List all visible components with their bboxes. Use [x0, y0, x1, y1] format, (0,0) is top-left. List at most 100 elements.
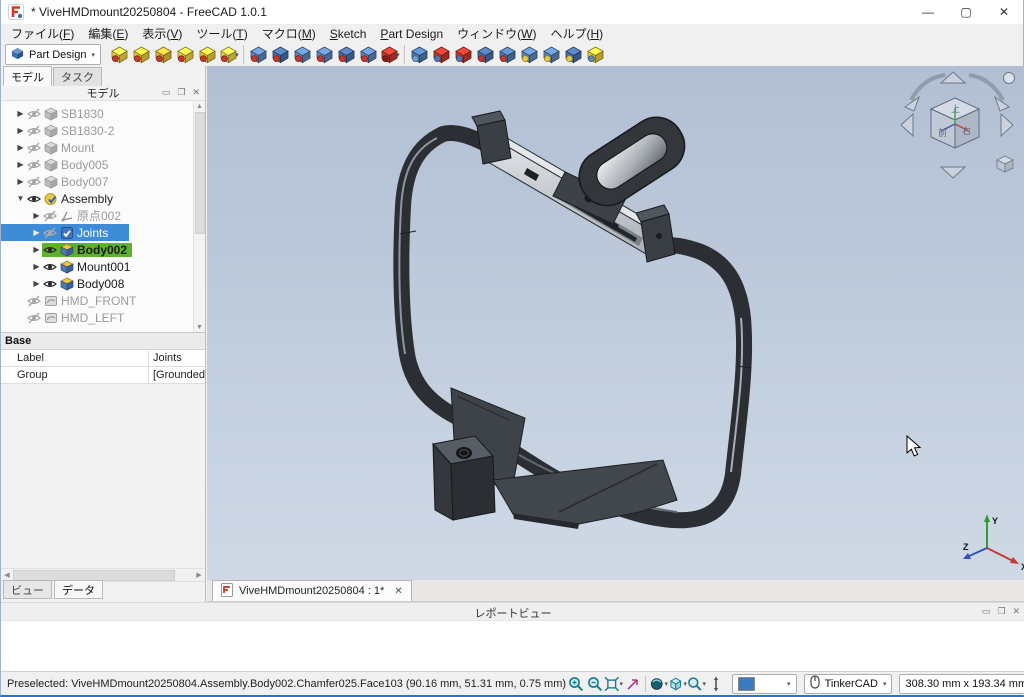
measure-icon[interactable]: [706, 674, 725, 693]
property-value[interactable]: Joints: [149, 350, 205, 366]
groove-button[interactable]: [291, 43, 313, 66]
close-icon[interactable]: ✕: [192, 87, 200, 98]
float-icon[interactable]: ❐: [177, 87, 185, 98]
dock-icon[interactable]: ▭: [982, 606, 991, 617]
visibility-off-icon[interactable]: [26, 141, 42, 155]
visibility-on-icon[interactable]: [42, 243, 58, 257]
minimize-button[interactable]: —: [909, 0, 947, 24]
draft-button[interactable]: [452, 43, 474, 66]
zoom-in-icon[interactable]: [566, 674, 585, 693]
additive-helix-button[interactable]: [196, 43, 218, 66]
tree-item-SB1830[interactable]: ▶ SB1830: [1, 105, 194, 122]
nav-circle-icon[interactable]: [1003, 72, 1015, 84]
zoom-tool-icon[interactable]: ▾: [687, 674, 706, 693]
fit-all-icon[interactable]: ▾: [604, 674, 623, 693]
nav-cube-front-label[interactable]: 前: [938, 127, 947, 138]
tree-scrollbar[interactable]: ▲ ▼: [193, 101, 205, 333]
pad-button[interactable]: [108, 43, 130, 66]
menu-item-H[interactable]: ヘルプ(H): [543, 25, 610, 42]
collapsed-arrow-icon[interactable]: ▶: [31, 245, 42, 254]
polar-pattern-button[interactable]: [562, 43, 584, 66]
visibility-on-icon[interactable]: [42, 277, 58, 291]
menu-item-E[interactable]: 編集(E): [81, 25, 135, 42]
menu-item-V[interactable]: 表示(V): [135, 25, 189, 42]
visibility-off-icon[interactable]: [26, 158, 42, 172]
collapsed-arrow-icon[interactable]: ▶: [15, 177, 26, 186]
visibility-on-icon[interactable]: [26, 192, 42, 206]
draw-style-icon[interactable]: ▾: [649, 674, 668, 693]
tree-item-Assembly[interactable]: ▼ Assembly: [1, 190, 194, 207]
float-icon[interactable]: ❐: [997, 606, 1005, 617]
mirrored-button[interactable]: [518, 43, 540, 66]
tree-item-HMD_FRONT[interactable]: HMD_FRONT: [1, 292, 194, 309]
collapsed-arrow-icon[interactable]: ▶: [31, 279, 42, 288]
close-button[interactable]: ✕: [985, 0, 1023, 24]
collapsed-arrow-icon[interactable]: ▶: [31, 262, 42, 271]
tree-item-Body008[interactable]: ▶ Body008: [1, 275, 194, 292]
scroll-up-icon[interactable]: ▲: [194, 101, 205, 112]
nav-cube-right-label[interactable]: 右: [962, 125, 971, 136]
scroll-left-icon[interactable]: ◀: [1, 569, 13, 580]
sync-view-icon[interactable]: [623, 674, 642, 693]
view-dimensions-selector[interactable]: 308.30 mm x 193.34 mm ▾: [899, 673, 1024, 694]
tree-item-Joints[interactable]: ▶ Joints: [1, 224, 194, 241]
visibility-off-icon[interactable]: [26, 124, 42, 138]
visibility-on-icon[interactable]: [42, 260, 58, 274]
tab-データ[interactable]: データ: [54, 580, 103, 599]
collapsed-arrow-icon[interactable]: ▶: [15, 109, 26, 118]
close-tab-icon[interactable]: ✕: [394, 586, 402, 597]
property-name[interactable]: Group: [1, 367, 149, 383]
zoom-out-icon[interactable]: [585, 674, 604, 693]
menu-item-S[interactable]: Sketch: [323, 27, 374, 41]
property-value[interactable]: [Grounded: [149, 367, 205, 383]
visibility-off-icon[interactable]: [26, 107, 42, 121]
close-icon[interactable]: ✕: [1012, 606, 1020, 617]
dock-icon[interactable]: ▭: [162, 87, 171, 98]
menu-item-P[interactable]: Part Design: [373, 27, 450, 41]
pocket-button[interactable]: [247, 43, 269, 66]
workbench-selector[interactable]: Part Design ▾: [5, 44, 101, 65]
visibility-off-icon[interactable]: [26, 311, 42, 325]
collapsed-arrow-icon[interactable]: ▶: [31, 211, 42, 220]
subtractive-helix-button[interactable]: [357, 43, 379, 66]
menu-item-W[interactable]: ウィンドウ(W): [450, 25, 543, 42]
tree-item-Mount001[interactable]: ▶ Mount001: [1, 258, 194, 275]
collapsed-arrow-icon[interactable]: ▶: [15, 143, 26, 152]
menu-item-F[interactable]: ファイル(F): [4, 25, 81, 42]
3d-viewport[interactable]: 上 前 右 Y X Z: [207, 66, 1024, 580]
scroll-right-icon[interactable]: ▶: [193, 569, 205, 580]
tab-タスク[interactable]: タスク: [53, 67, 102, 86]
property-name[interactable]: Label: [1, 350, 149, 366]
subtractive-primitive-button[interactable]: ▾: [379, 43, 401, 66]
scrollbar-thumb[interactable]: [195, 112, 205, 234]
tree-item-Body005[interactable]: ▶ Body005: [1, 156, 194, 173]
expanded-arrow-icon[interactable]: ▼: [15, 194, 26, 203]
view-isometric-icon[interactable]: ▾: [668, 674, 687, 693]
chamfer-button[interactable]: [430, 43, 452, 66]
tab-モデル[interactable]: モデル: [3, 66, 52, 86]
visibility-off-icon[interactable]: [42, 226, 58, 240]
visibility-off-icon[interactable]: [42, 209, 58, 223]
maximize-button[interactable]: ▢: [947, 0, 985, 24]
background-color-selector[interactable]: ▾: [732, 673, 797, 694]
collapsed-arrow-icon[interactable]: ▶: [15, 160, 26, 169]
revolution-button[interactable]: [130, 43, 152, 66]
subtractive-pipe-button[interactable]: [335, 43, 357, 66]
menu-item-T[interactable]: ツール(T): [189, 25, 254, 42]
collapsed-arrow-icon[interactable]: ▶: [15, 126, 26, 135]
collapsed-arrow-icon[interactable]: ▶: [31, 228, 42, 237]
boolean-button[interactable]: [496, 43, 518, 66]
visibility-off-icon[interactable]: [26, 175, 42, 189]
additive-loft-button[interactable]: [152, 43, 174, 66]
subtractive-loft-button[interactable]: [313, 43, 335, 66]
tree-item-SB1830-2[interactable]: ▶ SB1830-2: [1, 122, 194, 139]
tree-item-Body007[interactable]: ▶ Body007: [1, 173, 194, 190]
thickness-button[interactable]: [474, 43, 496, 66]
menu-item-M[interactable]: マクロ(M): [255, 25, 323, 42]
nav-mini-cube-icon[interactable]: [996, 155, 1014, 173]
nav-cube-top-label[interactable]: 上: [951, 104, 960, 114]
additive-primitive-button[interactable]: ▾: [218, 43, 240, 66]
tree-item-原点002[interactable]: ▶ 原点002: [1, 207, 194, 224]
additive-pipe-button[interactable]: [174, 43, 196, 66]
tree-item-HMD_LEFT[interactable]: HMD_LEFT: [1, 309, 194, 326]
